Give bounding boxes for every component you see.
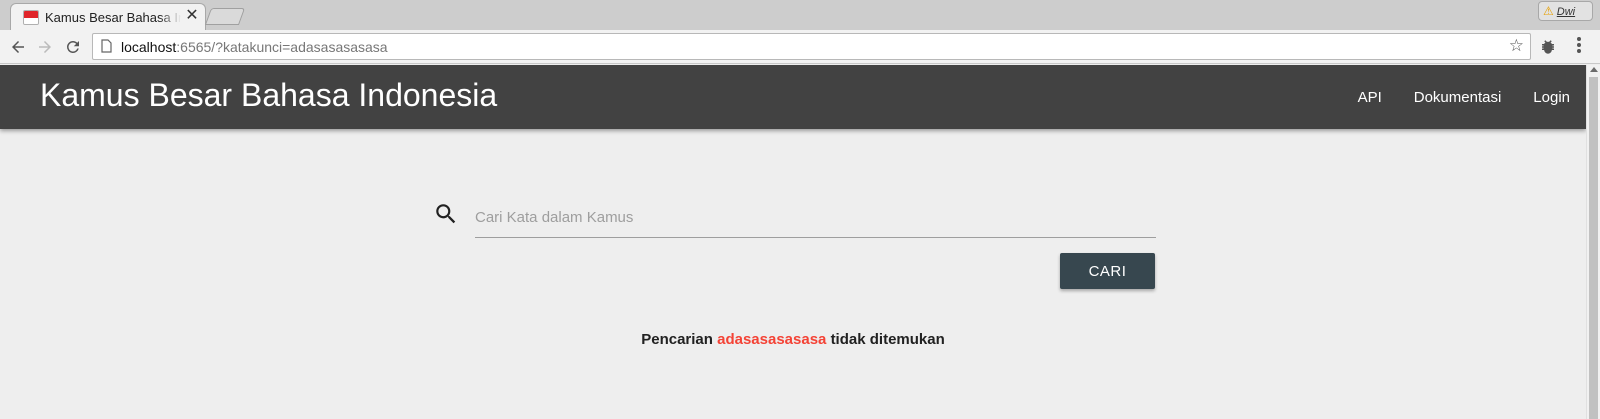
back-button[interactable]: [6, 35, 30, 59]
star-icon[interactable]: ☆: [1509, 37, 1524, 55]
app-header: Kamus Besar Bahasa Indonesia API Dokumen…: [0, 65, 1586, 129]
page-content: Kamus Besar Bahasa Indonesia API Dokumen…: [0, 65, 1586, 419]
profile-name: Dwi: [1556, 6, 1576, 18]
result-suffix: tidak ditemukan: [830, 331, 945, 348]
bug-icon[interactable]: [1539, 38, 1557, 56]
search-icon: [436, 204, 456, 224]
arrow-forward-icon: [39, 41, 51, 53]
url-host: localhost: [121, 39, 177, 55]
main-nav: API Dokumentasi Login: [1326, 65, 1570, 129]
nav-link-api[interactable]: API: [1358, 89, 1382, 106]
browser-tab[interactable]: Kamus Besar Bahasa Indonesia ✕: [10, 3, 206, 30]
arrow-back-icon: [12, 41, 24, 53]
more-vert-icon[interactable]: [1576, 37, 1582, 57]
profile-button[interactable]: ⚠ Dwi: [1538, 1, 1593, 21]
search-input[interactable]: [475, 198, 1156, 238]
tab-title: Kamus Besar Bahasa Indonesia: [45, 10, 181, 25]
nav-link-login[interactable]: Login: [1533, 89, 1570, 106]
result-keyword: adasasasasasa: [717, 331, 827, 348]
browser-toolbar: localhost:6565/?katakunci=adasasasasasa …: [0, 30, 1600, 64]
reload-icon: [66, 40, 79, 53]
scroll-thumb[interactable]: [1589, 77, 1598, 419]
new-tab-button[interactable]: [204, 8, 246, 25]
nav-link-dokumentasi[interactable]: Dokumentasi: [1414, 89, 1502, 106]
site-title[interactable]: Kamus Besar Bahasa Indonesia: [40, 77, 497, 114]
search-result-message: Pencarian adasasasasasa tidak ditemukan: [0, 331, 1586, 348]
vertical-scrollbar[interactable]: [1586, 65, 1600, 419]
search-button[interactable]: CARI: [1060, 253, 1155, 289]
url-path: :6565/?katakunci=adasasasasasa: [176, 39, 388, 55]
tab-strip: Kamus Besar Bahasa Indonesia ✕ ⚠Dwi: [0, 0, 1600, 30]
reload-button[interactable]: [61, 35, 85, 59]
close-tab-icon[interactable]: ✕: [183, 7, 201, 25]
indonesia-flag-icon: [23, 10, 39, 25]
scroll-up-arrow-icon[interactable]: [1590, 67, 1598, 72]
page-icon: [101, 39, 112, 53]
warning-icon: ⚠: [1543, 4, 1554, 18]
forward-button[interactable]: [33, 35, 57, 59]
result-prefix: Pencarian: [641, 331, 713, 348]
url-text: localhost:6565/?katakunci=adasasasasasa: [121, 39, 388, 55]
address-bar[interactable]: localhost:6565/?katakunci=adasasasasasa …: [92, 33, 1531, 60]
